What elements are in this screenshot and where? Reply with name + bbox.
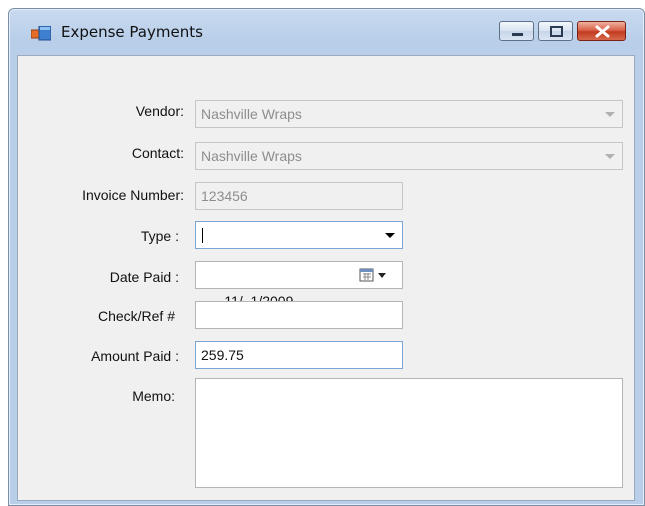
contact-combobox[interactable]: Nashville Wraps (195, 142, 623, 170)
memo-label: Memo: (132, 388, 175, 404)
vendor-combobox[interactable]: Nashville Wraps (195, 100, 623, 128)
type-label: Type : (140, 228, 179, 244)
check-ref-field[interactable] (195, 301, 403, 329)
invoice-number-value: 123456 (201, 188, 248, 204)
maximize-icon (550, 26, 563, 37)
type-combobox[interactable] (195, 221, 403, 249)
date-paid-picker[interactable]: 11/ 1/2009 (195, 261, 403, 309)
date-paid-label: Date Paid : (109, 269, 179, 285)
invoice-number-label: Invoice Number: (82, 187, 184, 203)
window-title: Expense Payments (61, 23, 203, 41)
invoice-number-field[interactable]: 123456 (195, 182, 403, 210)
minimize-button[interactable] (499, 21, 534, 41)
chevron-down-icon[interactable] (385, 233, 395, 239)
minimize-icon (512, 33, 523, 36)
amount-paid-field[interactable]: 259.75 (195, 341, 403, 369)
amount-paid-value: 259.75 (201, 347, 244, 363)
contact-value: Nashville Wraps (201, 148, 302, 164)
close-button[interactable] (577, 21, 626, 41)
close-icon (595, 25, 610, 38)
vendor-label: Vendor: (135, 103, 184, 119)
amount-paid-label: Amount Paid : (91, 348, 179, 364)
app-icon[interactable] (30, 25, 52, 42)
chevron-down-icon[interactable] (605, 154, 615, 160)
chevron-down-icon[interactable] (605, 112, 615, 118)
contact-label: Contact: (131, 145, 184, 161)
vendor-value: Nashville Wraps (201, 106, 302, 122)
title-bar[interactable]: Expense Payments (9, 9, 644, 55)
memo-textarea[interactable] (195, 378, 623, 488)
form-client-area: Vendor: Nashville Wraps Contact: Nashvil… (17, 55, 635, 501)
calendar-icon[interactable] (359, 268, 393, 284)
expense-payments-window: Expense Payments Vendor: Nashville Wraps (8, 8, 645, 506)
check-ref-label: Check/Ref # (97, 308, 175, 324)
maximize-button[interactable] (538, 21, 573, 41)
text-caret (202, 228, 203, 243)
